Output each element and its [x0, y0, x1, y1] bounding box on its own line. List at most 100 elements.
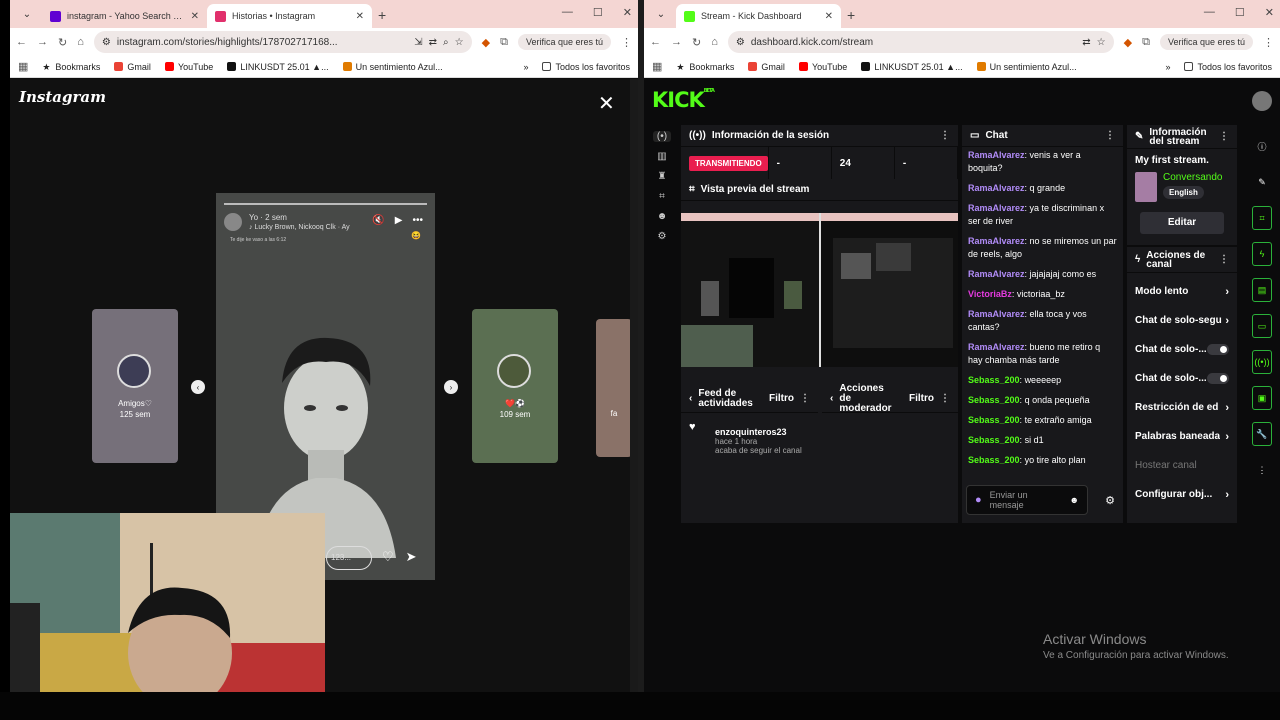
- broadcast-icon[interactable]: ((•)): [1252, 350, 1272, 374]
- channel-action-item[interactable]: Restricción de ed ›: [1127, 393, 1237, 422]
- emoji-icon[interactable]: ☻: [1070, 495, 1079, 505]
- avatar[interactable]: [224, 213, 242, 231]
- chat-username[interactable]: Sebass_200: [968, 435, 1020, 445]
- chat-message[interactable]: RamaAlvarez: ya te discriminan x ser de …: [968, 202, 1117, 228]
- chat-username[interactable]: Sebass_200: [968, 375, 1020, 385]
- chat-message[interactable]: RamaAlvarez: bueno me retiro q hay chamb…: [968, 341, 1117, 367]
- new-tab-icon[interactable]: +: [378, 7, 386, 23]
- story-preview-right[interactable]: ❤️⚽ 109 sem: [472, 309, 558, 463]
- verify-chip[interactable]: Verifica que eres tú: [517, 34, 611, 50]
- trophy-icon[interactable]: ♜: [658, 171, 667, 182]
- emote-icon[interactable]: ●: [975, 494, 982, 506]
- all-bookmarks[interactable]: Todos los favoritos: [542, 62, 630, 72]
- more-icon[interactable]: ⋮: [800, 393, 810, 404]
- all-bookmarks[interactable]: Todos los favoritos: [1184, 62, 1272, 72]
- chat-username[interactable]: RamaAlvarez: [968, 183, 1025, 193]
- toggle-switch[interactable]: [1207, 344, 1229, 355]
- channel-action-item[interactable]: Chat de solo-...: [1127, 364, 1237, 393]
- more-bookmarks-icon[interactable]: »: [1165, 62, 1170, 72]
- more-icon[interactable]: ⋮: [1219, 132, 1229, 142]
- filter-button[interactable]: Filtro: [769, 393, 794, 404]
- chat-settings-icon[interactable]: ⚙: [1105, 494, 1115, 507]
- story-preview-far-right[interactable]: fa: [596, 319, 632, 457]
- heart-icon[interactable]: ♡: [382, 549, 394, 565]
- chat-bubble-icon[interactable]: ▭: [1252, 314, 1272, 338]
- prev-story-button[interactable]: ‹: [191, 380, 205, 394]
- bookmark-item[interactable]: YouTube: [798, 62, 847, 72]
- tab-search-button[interactable]: ⌄: [16, 3, 38, 25]
- chat-username[interactable]: RamaAlvarez: [968, 236, 1025, 246]
- send-icon[interactable]: ➤: [406, 549, 417, 565]
- close-icon[interactable]: ✕: [598, 91, 615, 116]
- chat-username[interactable]: RamaAlvarez: [968, 203, 1025, 213]
- close-window-icon[interactable]: ✕: [1265, 6, 1274, 19]
- channel-action-item[interactable]: Modo lento ›: [1127, 277, 1237, 306]
- pencil-icon[interactable]: ✎: [1252, 170, 1272, 194]
- more-bookmarks-icon[interactable]: »: [523, 62, 528, 72]
- bookmark-item[interactable]: ★ Bookmarks: [42, 62, 100, 73]
- chat-message[interactable]: Sebass_200: te extraño amiga: [968, 414, 1117, 427]
- chat-username[interactable]: VictoriaBz: [968, 289, 1012, 299]
- reload-icon[interactable]: ↻: [692, 36, 701, 49]
- document-icon[interactable]: ▤: [1252, 278, 1272, 302]
- more-icon[interactable]: ⋮: [1105, 130, 1115, 141]
- address-bar[interactable]: ⚙ instagram.com/stories/highlights/17870…: [93, 31, 472, 53]
- chat-username[interactable]: Sebass_200: [968, 455, 1020, 465]
- extensions-icon[interactable]: ⧉: [1142, 36, 1150, 49]
- capture-icon[interactable]: ⌗: [1252, 206, 1272, 230]
- kick-logo[interactable]: KICKBETA: [652, 88, 715, 112]
- more-icon[interactable]: ⋮: [940, 393, 950, 404]
- back-icon[interactable]: ←: [16, 36, 27, 48]
- category[interactable]: Conversando English: [1135, 172, 1229, 202]
- home-icon[interactable]: ⌂: [711, 36, 718, 48]
- bookmark-item[interactable]: Gmail: [114, 62, 151, 72]
- chat-input[interactable]: ● Enviar un mensaje ☻: [966, 485, 1088, 515]
- extension-fox-icon[interactable]: ◆: [1124, 36, 1132, 49]
- chat-message[interactable]: RamaAlvarez: jajajajaj como es: [968, 268, 1117, 281]
- chat-username[interactable]: RamaAlvarez: [968, 269, 1025, 279]
- minimize-icon[interactable]: —: [562, 6, 573, 19]
- address-bar[interactable]: ⚙ dashboard.kick.com/stream ⇄ ☆: [727, 31, 1114, 53]
- maximize-icon[interactable]: ☐: [1235, 6, 1245, 19]
- tab-yahoo[interactable]: instagram - Yahoo Search Tus r ✕: [42, 4, 207, 28]
- close-tab-icon[interactable]: ✕: [356, 11, 364, 22]
- bookmark-item[interactable]: Un sentimiento Azul...: [976, 62, 1077, 72]
- tab-instagram[interactable]: Historias • Instagram ✕: [207, 4, 372, 28]
- chat-username[interactable]: RamaAlvarez: [968, 150, 1025, 160]
- stream-icon[interactable]: (•): [653, 131, 671, 142]
- back-icon[interactable]: ←: [650, 36, 661, 48]
- users-icon[interactable]: ☻: [657, 211, 668, 222]
- apps-icon[interactable]: ▦: [652, 60, 662, 73]
- chat-message[interactable]: RamaAlvarez: venis a ver a boquita?: [968, 149, 1117, 175]
- instagram-logo[interactable]: Instagram: [19, 88, 106, 106]
- chat-message[interactable]: Sebass_200: si d1: [968, 434, 1117, 447]
- avatar[interactable]: [1252, 91, 1272, 111]
- chat-username[interactable]: Sebass_200: [968, 415, 1020, 425]
- minimize-icon[interactable]: —: [1204, 6, 1215, 19]
- chat-message[interactable]: RamaAlvarez: q grande: [968, 182, 1117, 195]
- star-icon[interactable]: ☆: [1097, 37, 1106, 48]
- bookmark-item[interactable]: ★ Bookmarks: [676, 62, 734, 73]
- extensions-icon[interactable]: ⧉: [500, 36, 508, 49]
- forward-icon[interactable]: →: [671, 36, 682, 48]
- chat-message[interactable]: Sebass_200: weeeeep: [968, 374, 1117, 387]
- chevron-left-icon[interactable]: ‹: [830, 393, 833, 404]
- chat-message[interactable]: RamaAlvarez: ella toca y vos cantas?: [968, 308, 1117, 334]
- chat-username[interactable]: RamaAlvarez: [968, 309, 1025, 319]
- apps-icon[interactable]: ▦: [18, 60, 28, 73]
- mute-icon[interactable]: 🔇: [372, 215, 384, 226]
- star-icon[interactable]: ☆: [455, 37, 464, 48]
- chevron-left-icon[interactable]: ‹: [689, 393, 692, 404]
- tab-search-button[interactable]: ⌄: [650, 3, 672, 25]
- close-window-icon[interactable]: ✕: [623, 6, 632, 19]
- story-music[interactable]: ♪ Lucky Brown, Nickooq Clk · Ay: [249, 224, 350, 231]
- story-preview-left[interactable]: Amigos♡ 125 sem: [92, 309, 178, 463]
- forward-icon[interactable]: →: [37, 36, 48, 48]
- new-tab-icon[interactable]: +: [847, 7, 855, 23]
- verify-chip[interactable]: Verifica que eres tú: [1159, 34, 1253, 50]
- chat-username[interactable]: RamaAlvarez: [968, 342, 1025, 352]
- bookmark-item[interactable]: Un sentimiento Azul...: [342, 62, 443, 72]
- menu-icon[interactable]: ⋮: [621, 36, 632, 49]
- bookmark-item[interactable]: YouTube: [164, 62, 213, 72]
- analytics-icon[interactable]: ▥: [657, 151, 666, 162]
